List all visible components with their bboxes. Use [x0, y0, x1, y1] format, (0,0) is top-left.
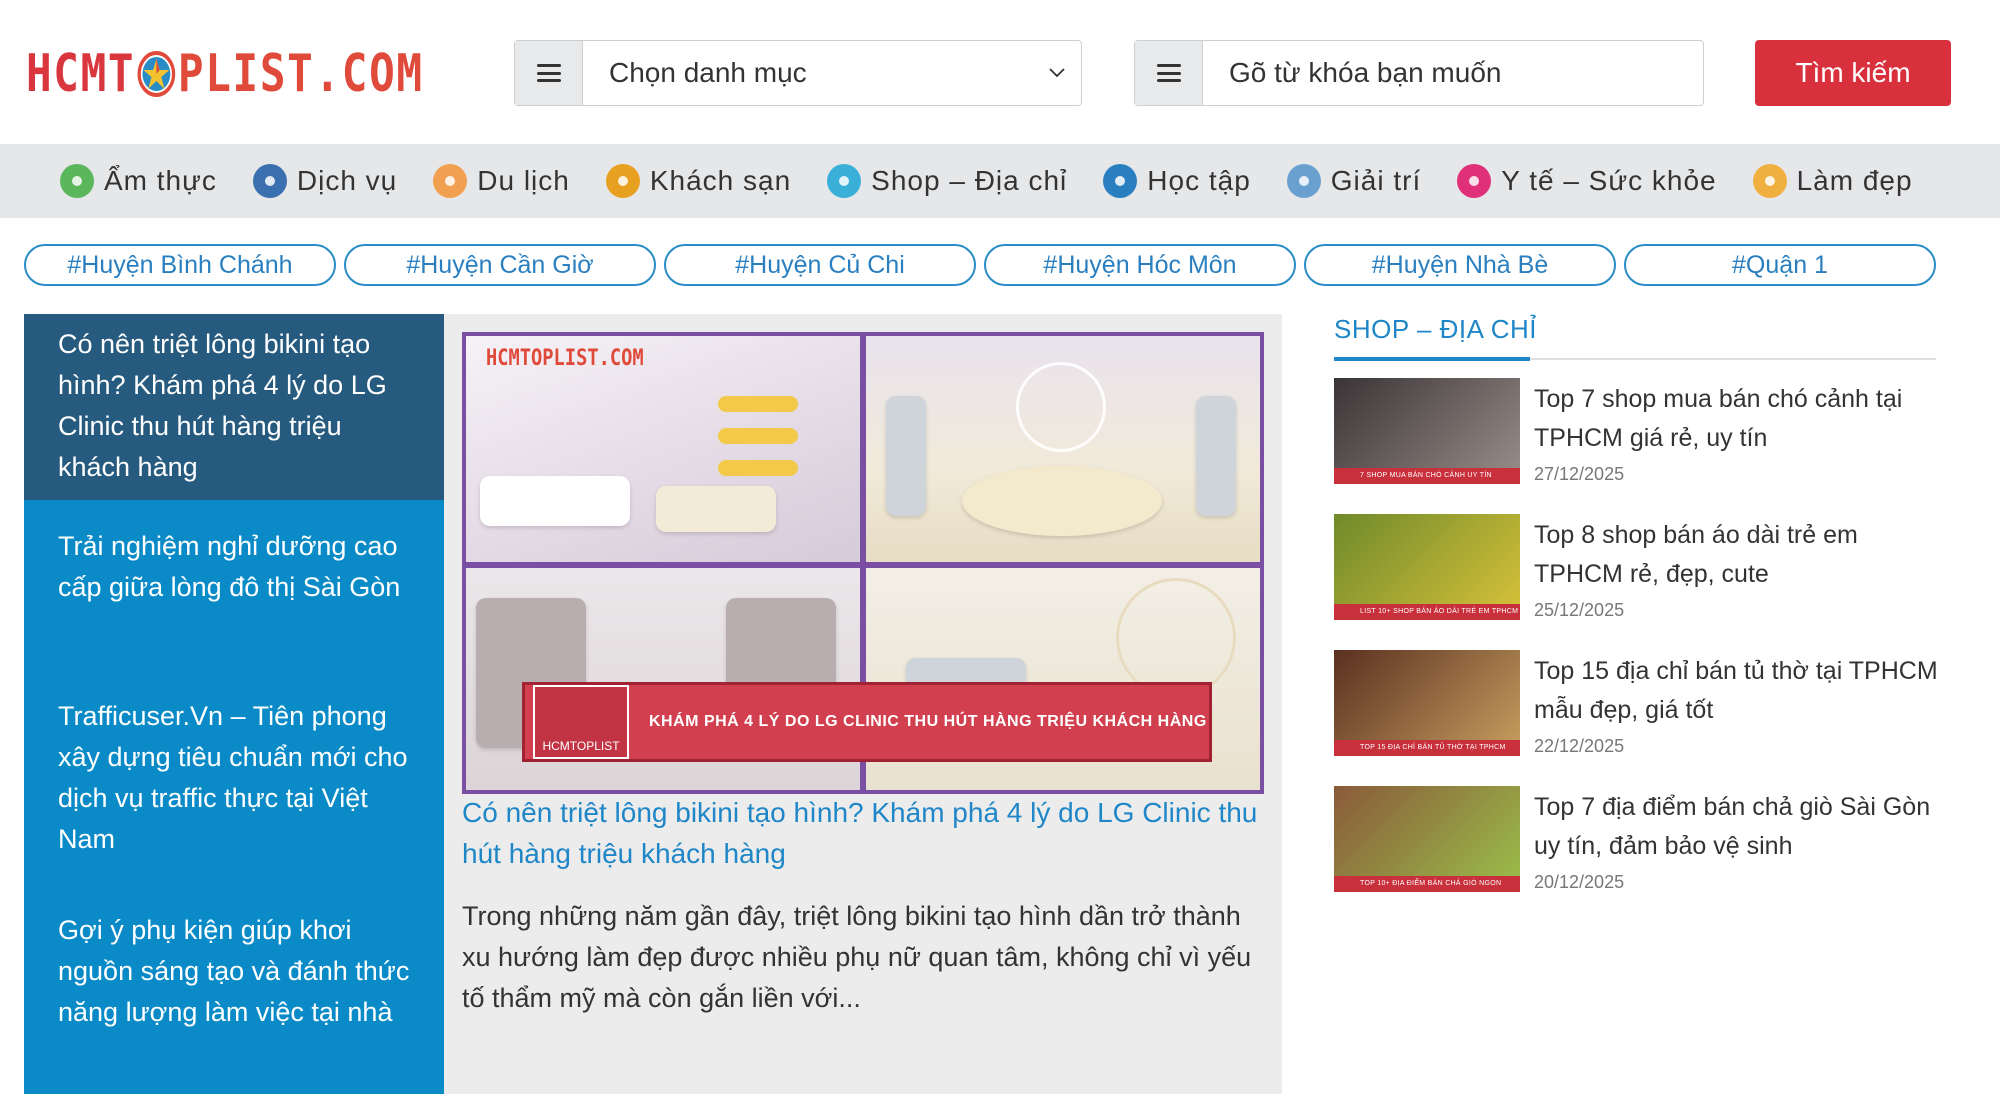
sidebar-post-title[interactable]: Top 7 shop mua bán chó cảnh tại TPHCM gi… — [1534, 380, 1938, 458]
category-select-value: Chọn danh mục — [609, 57, 807, 88]
service-icon — [252, 164, 287, 198]
category-nav-label: Ẩm thực — [104, 165, 217, 196]
beauty-icon — [1752, 164, 1787, 198]
featured-image[interactable]: HCMTOPLIST.COM HCMTOPLIST KHÁM PHÁ 4 LÝ … — [462, 332, 1264, 794]
health-icon — [1457, 164, 1492, 198]
category-nav-item[interactable]: Học tập — [1103, 164, 1251, 198]
hotel-icon — [605, 164, 640, 198]
category-nav-item[interactable]: Du lịch — [433, 164, 570, 198]
sidebar-post-date: 22/12/2025 — [1534, 736, 1625, 756]
clinic-photo — [866, 336, 1260, 562]
tag-link[interactable]: #Huyện Củ Chi — [664, 244, 976, 286]
hamburger-icon — [536, 64, 561, 82]
category-nav-item[interactable]: Ẩm thực — [60, 164, 217, 198]
sidebar-post-thumbnail[interactable]: LIST 10+ SHOP BÁN ÁO DÀI TRẺ EM TPHCM — [1334, 514, 1520, 620]
category-nav-item[interactable]: Dịch vụ — [252, 164, 398, 198]
category-select[interactable]: Chọn danh mục — [514, 40, 1082, 106]
thumbnail-caption: 7 SHOP MUA BÁN CHÓ CẢNH UY TÍN TPHCM — [1334, 468, 1520, 484]
food-icon — [60, 164, 94, 198]
star-logo-icon — [137, 51, 176, 97]
thumbnail-caption: LIST 10+ SHOP BÁN ÁO DÀI TRẺ EM TPHCM — [1334, 604, 1520, 620]
sidebar-post-thumbnail[interactable]: TOP 15 ĐỊA CHỈ BÁN TỦ THỜ TẠI TPHCM — [1334, 650, 1520, 756]
category-nav-item[interactable]: Giải trí — [1286, 164, 1422, 198]
sidebar-post[interactable]: LIST 10+ SHOP BÁN ÁO DÀI TRẺ EM TPHCM Top… — [1334, 514, 1938, 624]
graduation-icon — [1103, 164, 1138, 198]
banner-logo: HCMTOPLIST — [533, 685, 629, 759]
sidebar-post-date: 20/12/2025 — [1534, 872, 1625, 892]
sidebar-post[interactable]: TOP 15 ĐỊA CHỈ BÁN TỦ THỜ TẠI TPHCM Top 1… — [1334, 650, 1938, 760]
featured-post: HCMTOPLIST.COM HCMTOPLIST KHÁM PHÁ 4 LÝ … — [444, 314, 1282, 1094]
sidebar-post-title[interactable]: Top 7 địa điểm bán chả giò Sài Gòn uy tí… — [1534, 788, 1938, 866]
amusement-icon — [1286, 164, 1321, 198]
tag-link[interactable]: #Huyện Nhà Bè — [1304, 244, 1616, 286]
category-nav: Ẩm thực Dịch vụ Du lịch Khách sạn Shop – Địa… — [0, 144, 2000, 218]
site-header: HCMT PLIST.COM Chọn danh mục Gõ từ khóa … — [0, 0, 2000, 144]
search-input[interactable]: Gõ từ khóa bạn muốn — [1203, 41, 1703, 105]
post-list-item[interactable]: Trải nghiệm nghỉ dưỡng cao cấp giữa lòng… — [24, 526, 444, 608]
category-nav-label: Khách sạn — [649, 165, 792, 196]
search-button[interactable]: Tìm kiếm — [1755, 40, 1951, 106]
tag-link[interactable]: #Quận 1 — [1624, 244, 1936, 286]
post-list-item-title: Trafficuser.Vn – Tiên phong xây dựng tiê… — [58, 701, 408, 854]
sidebar-post-thumbnail[interactable]: 7 SHOP MUA BÁN CHÓ CẢNH UY TÍN TPHCM — [1334, 378, 1520, 484]
search-field[interactable]: Gõ từ khóa bạn muốn — [1134, 40, 1704, 106]
sidebar-post-date: 25/12/2025 — [1534, 600, 1625, 620]
category-nav-label: Dịch vụ — [296, 165, 398, 196]
post-list-item-title: Có nên triệt lông bikini tạo hình? Khám … — [58, 329, 387, 482]
category-nav-label: Học tập — [1147, 165, 1251, 196]
shop-icon — [827, 164, 862, 198]
sidebar-post-title[interactable]: Top 15 địa chỉ bán tủ thờ tại TPHCM mẫu … — [1534, 652, 1938, 730]
sidebar-title[interactable]: SHOP – ĐỊA CHỈ — [1334, 314, 1537, 345]
featured-title-link[interactable]: Có nên triệt lông bikini tạo hình? Khám … — [462, 792, 1262, 874]
banner-text: KHÁM PHÁ 4 LÝ DO LG CLINIC THU HÚT HÀNG … — [649, 713, 1207, 730]
post-list-item-active[interactable]: Có nên triệt lông bikini tạo hình? Khám … — [24, 314, 458, 500]
post-list-item[interactable]: Trafficuser.Vn – Tiên phong xây dựng tiê… — [24, 696, 444, 860]
post-list-item-title: Trải nghiệm nghỉ dưỡng cao cấp giữa lòng… — [58, 531, 401, 602]
category-nav-item[interactable]: Y tế – Sức khỏe — [1457, 164, 1716, 198]
logo-text-a: HCMT — [26, 44, 136, 104]
sidebar-post-thumbnail[interactable]: TOP 10+ ĐỊA ĐIỂM BÁN CHẢ GIÒ NGON NHẤT S… — [1334, 786, 1520, 892]
chevron-down-icon — [1033, 41, 1081, 105]
site-logo[interactable]: HCMT PLIST.COM — [26, 44, 424, 104]
sidebar-post-title[interactable]: Top 8 shop bán áo dài trẻ em TPHCM rẻ, đ… — [1534, 516, 1938, 594]
post-list-item[interactable]: Gợi ý phụ kiện giúp khơi nguồn sáng tạo … — [24, 910, 444, 1033]
category-nav-item[interactable]: Làm đẹp — [1752, 164, 1913, 198]
featured-excerpt: Trong những năm gần đây, triệt lông biki… — [462, 901, 1252, 1013]
category-nav-label: Làm đẹp — [1796, 165, 1913, 196]
sidebar-post-date: 27/12/2025 — [1534, 464, 1625, 484]
sidebar-post[interactable]: 7 SHOP MUA BÁN CHÓ CẢNH UY TÍN TPHCM Top … — [1334, 378, 1938, 488]
search-menu-button[interactable] — [1135, 41, 1203, 105]
tag-link[interactable]: #Huyện Bình Chánh — [24, 244, 336, 286]
logo-text-b: PLIST.COM — [177, 44, 424, 104]
sidebar-post[interactable]: TOP 10+ ĐỊA ĐIỂM BÁN CHẢ GIÒ NGON NHẤT S… — [1334, 786, 1938, 896]
travel-icon — [433, 164, 468, 198]
tag-link[interactable]: #Huyện Hóc Môn — [984, 244, 1296, 286]
category-nav-label: Y tế – Sức khỏe — [1501, 165, 1717, 196]
hamburger-icon — [1156, 64, 1181, 82]
category-nav-item[interactable]: Khách sạn — [605, 164, 792, 198]
tag-link[interactable]: #Huyện Cần Giờ — [344, 244, 656, 286]
sidebar-divider-accent — [1334, 357, 1530, 361]
category-nav-item[interactable]: Shop – Địa chỉ — [827, 164, 1067, 198]
category-menu-button[interactable] — [515, 41, 583, 105]
thumbnail-caption: TOP 15 ĐỊA CHỈ BÁN TỦ THỜ TẠI TPHCM — [1334, 740, 1520, 756]
post-list: Có nên triệt lông bikini tạo hình? Khám … — [24, 314, 458, 1094]
image-watermark: HCMTOPLIST.COM — [486, 346, 644, 371]
category-nav-label: Giải trí — [1330, 165, 1422, 196]
category-nav-label: Shop – Địa chỉ — [871, 165, 1068, 196]
post-list-item-title: Gợi ý phụ kiện giúp khơi nguồn sáng tạo … — [58, 915, 410, 1027]
thumbnail-caption: TOP 10+ ĐỊA ĐIỂM BÁN CHẢ GIÒ NGON NHẤT S… — [1334, 876, 1520, 892]
tag-list: #Huyện Bình Chánh #Huyện Cần Giờ #Huyện Củ… — [24, 244, 1944, 286]
category-nav-label: Du lịch — [477, 165, 570, 196]
image-banner: HCMTOPLIST KHÁM PHÁ 4 LÝ DO LG CLINIC TH… — [522, 682, 1212, 762]
